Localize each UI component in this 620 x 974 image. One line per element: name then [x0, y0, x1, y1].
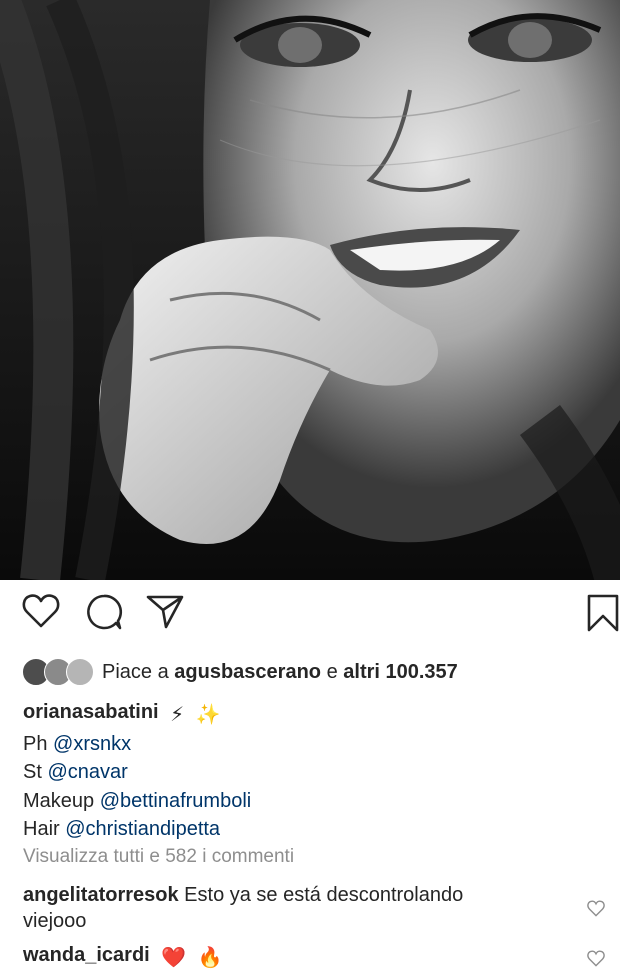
- heart-outline-icon[interactable]: [587, 898, 605, 924]
- paper-plane-icon[interactable]: [146, 593, 184, 631]
- comment-bubble-icon[interactable]: [85, 593, 123, 631]
- caption-username[interactable]: orianasabatini: [23, 701, 159, 723]
- post-caption: orianasabatini ⚡ ✨ Ph @xrsnkx St @cnavar…: [23, 698, 251, 844]
- caption-mention[interactable]: @xrsnkx: [53, 733, 131, 755]
- comment-item: wanda_icardi ❤️ 🔥: [23, 942, 605, 971]
- comment-username[interactable]: angelitatorresok: [23, 884, 179, 906]
- likes-count[interactable]: altri 100.357: [343, 661, 458, 683]
- caption-label: Makeup: [23, 789, 95, 812]
- fire-emoji: 🔥: [197, 947, 223, 969]
- caption-label: Ph: [23, 732, 48, 755]
- sparkles-emoji: ✨: [195, 704, 221, 726]
- likes-summary: Piace a agusbascerano e altri 100.357: [102, 661, 458, 684]
- comment-username[interactable]: wanda_icardi: [23, 944, 150, 966]
- portrait-image: [0, 0, 620, 580]
- caption-line: Ph @xrsnkx: [23, 730, 251, 759]
- post-action-bar: [0, 593, 620, 645]
- liker-username[interactable]: agusbascerano: [174, 661, 321, 683]
- heart-outline-icon[interactable]: [22, 593, 60, 629]
- bookmark-icon[interactable]: [586, 593, 620, 633]
- comment-text: Esto ya se está descontrolando: [184, 884, 464, 906]
- heart-outline-icon[interactable]: [587, 948, 605, 974]
- caption-mention[interactable]: @cnavar: [47, 761, 127, 783]
- caption-mention[interactable]: @bettinafrumboli: [100, 790, 251, 812]
- caption-line: Hair @christiandipetta: [23, 815, 251, 844]
- caption-label: Hair: [23, 818, 60, 840]
- view-all-comments-link[interactable]: Visualizza tutti e 582 i commenti: [23, 846, 294, 868]
- liker-avatars: [22, 658, 94, 686]
- caption-header: orianasabatini ⚡ ✨: [23, 698, 251, 730]
- lightning-emoji: ⚡: [170, 704, 185, 726]
- post-photo[interactable]: [0, 0, 620, 580]
- caption-mention[interactable]: @christiandipetta: [65, 818, 220, 840]
- caption-line: Makeup @bettinafrumboli: [23, 787, 251, 816]
- caption-line: St @cnavar: [23, 758, 251, 787]
- likes-row[interactable]: Piace a agusbascerano e altri 100.357: [22, 657, 458, 687]
- caption-label: St: [23, 761, 42, 783]
- avatar: [66, 658, 94, 686]
- red-heart-emoji: ❤️: [161, 947, 187, 969]
- likes-conjunction: e: [326, 660, 338, 683]
- likes-prefix: Piace a: [102, 660, 169, 683]
- comment-item: angelitatorresok Esto ya se está descont…: [23, 882, 605, 934]
- comment-text-continued: viejooo: [23, 910, 87, 932]
